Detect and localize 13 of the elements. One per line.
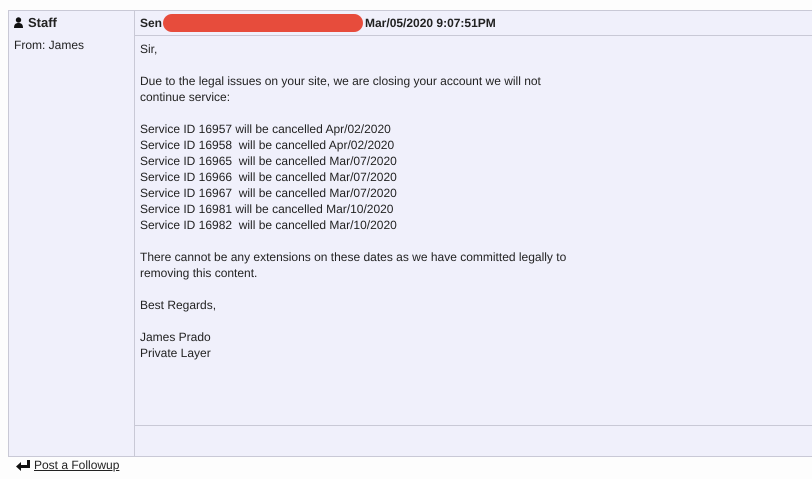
- message-paragraph: James Prado Private Layer: [140, 329, 212, 361]
- message-paragraph: There cannot be any extensions on these dates as we have committed legally to removing this content.: [140, 249, 568, 281]
- sender-from: From: James: [14, 38, 86, 52]
- message-paragraph: Service ID 16957 will be cancelled Apr/02/2020 Service ID 16958 will be cancelled Apr/02/2020 Service ID 16965 will be cancelled Mar/07/2020 Service ID 16966 will be cancelled Mar/07/2020 Service ID 16967 will be cancelled Mar/07/2020 Service ID 16981 will be cancelled Mar/10/2020 Service ID 16982 will be cancelled Mar/10/2020: [140, 121, 398, 233]
- post-followup-link[interactable]: Post a Followup: [34, 458, 120, 472]
- user-icon: [14, 17, 23, 28]
- return-arrow-icon: [16, 460, 30, 470]
- header-prefix: Sen: [140, 16, 162, 30]
- message-paragraph: Sir,: [140, 41, 158, 57]
- author-name: Staff: [28, 15, 57, 30]
- message-paragraph: Best Regards,: [140, 297, 218, 313]
- message-paragraph: Due to the legal issues on your site, we are closing your account we will not continue service:: [140, 73, 542, 105]
- message-date: Mar/05/2020 9:07:51PM: [365, 16, 496, 30]
